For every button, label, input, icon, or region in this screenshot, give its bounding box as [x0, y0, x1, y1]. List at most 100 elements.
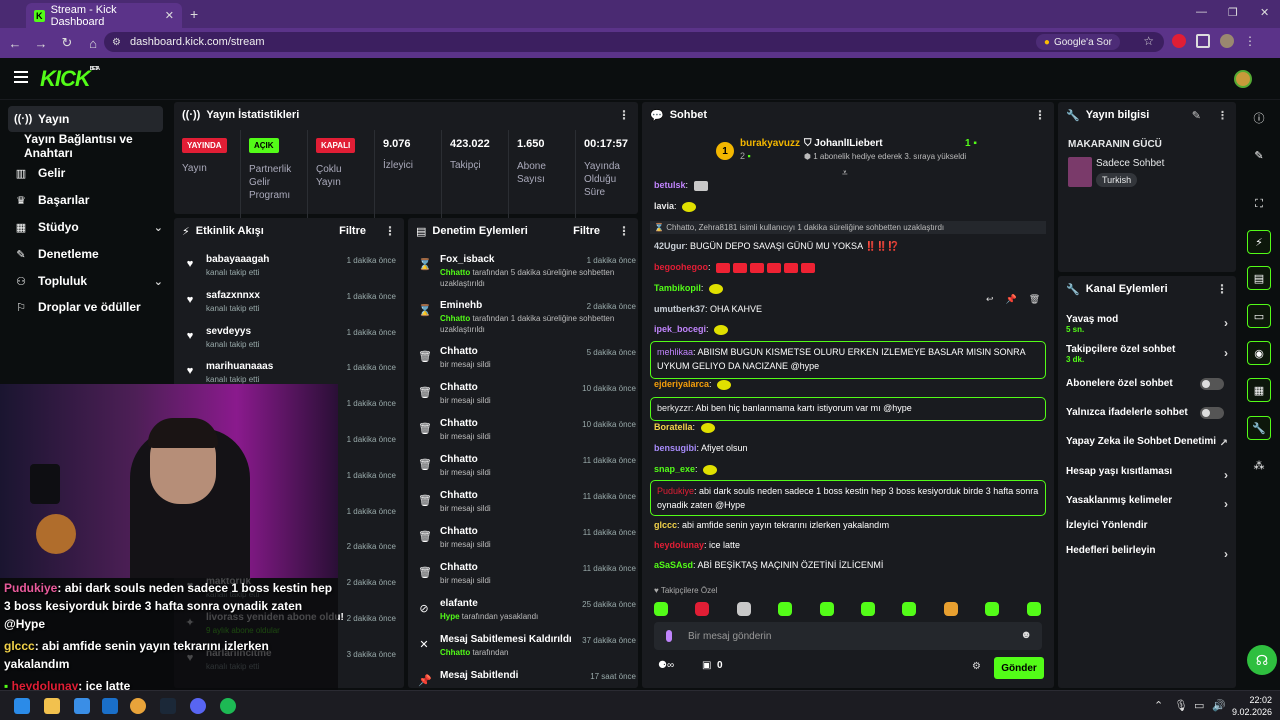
- emote-icon[interactable]: [654, 602, 668, 616]
- sidebar-item-basarilar[interactable]: ♛ Başarılar: [8, 187, 163, 213]
- home-icon[interactable]: ⌂: [82, 36, 104, 51]
- moderation-row[interactable]: 🗑 Chhatto bir mesajı sildi 11 dakika önce: [418, 490, 636, 526]
- delete-icon[interactable]: 🗑: [1029, 294, 1040, 305]
- edit-icon[interactable]: ✎: [1247, 143, 1271, 167]
- extension-red-icon[interactable]: [1172, 34, 1186, 48]
- chat-message[interactable]: berkyzzr: Abi ben hiç banlanmama kartı i…: [650, 397, 1046, 421]
- bolt-icon[interactable]: ⚡: [1247, 230, 1271, 254]
- tray-chevron-icon[interactable]: ⌃: [1154, 699, 1163, 712]
- moderation-row[interactable]: ✕ Mesaj Sabitlemesi Kaldırıldı Chhatto tar…: [418, 634, 636, 670]
- chat-username[interactable]: Tambikopil: [654, 283, 701, 293]
- chat-message[interactable]: umutberk37: OHA KAHVE: [654, 304, 762, 314]
- google-ask-button[interactable]: ● Google'a Sor: [1035, 34, 1120, 50]
- kick-logo[interactable]: KICKBETA: [40, 66, 100, 92]
- emoji-icon[interactable]: ☻: [1020, 629, 1032, 641]
- chrome-icon[interactable]: [130, 698, 146, 714]
- expand-leaderboard-icon[interactable]: ⩡: [842, 168, 848, 179]
- hamburger-menu-icon[interactable]: [14, 71, 28, 83]
- back-icon[interactable]: ←: [4, 36, 26, 51]
- fullscreen-icon[interactable]: ⛶: [1247, 192, 1271, 216]
- sidebar-item-stream-key[interactable]: Yayın Bağlantısı ve Anahtarı: [8, 132, 163, 160]
- chat-message[interactable]: Pudukiye: abi dark souls neden sadece 1 …: [650, 480, 1046, 516]
- chat-username[interactable]: begoohegoo: [654, 262, 708, 272]
- menu-kebab-icon[interactable]: ⋮: [1244, 34, 1256, 48]
- store-icon[interactable]: [74, 698, 90, 714]
- moderation-filter-button[interactable]: Filtre: [573, 225, 600, 237]
- chat-username[interactable]: snap_exe: [654, 464, 695, 474]
- channel-action-row[interactable]: Takipçilere özel sohbet 3 dk. ›: [1066, 344, 1228, 364]
- chat-message[interactable]: mehlikaa: ABIISM BUGUN KISMETSE OLURU ER…: [650, 341, 1046, 379]
- more-options-icon[interactable]: ⋮: [618, 224, 630, 238]
- chat-username[interactable]: Boratella: [654, 422, 693, 432]
- more-options-icon[interactable]: ⋮: [1034, 108, 1046, 122]
- chat-message[interactable]: lavia:: [654, 201, 697, 212]
- activity-row[interactable]: ♥ babayaaagah kanalı takip etti 1 dakika ön…: [184, 254, 396, 290]
- close-tab-icon[interactable]: ✕: [165, 9, 174, 22]
- moderation-row[interactable]: 🗑 Chhatto bir mesajı sildi 11 dakika önce: [418, 454, 636, 490]
- moderation-row[interactable]: ⊘ elafante Hype tarafından yasaklandı 25 da…: [418, 598, 636, 634]
- chat-message[interactable]: snap_exe:: [654, 464, 718, 475]
- chat-username[interactable]: umutberk37: [654, 304, 705, 314]
- more-options-icon[interactable]: ⋮: [1216, 282, 1228, 296]
- send-button[interactable]: Gönder: [994, 657, 1044, 679]
- chat-username[interactable]: 42Ugur: [654, 241, 685, 251]
- taskbar-clock[interactable]: 22:02 9.02.2026: [1232, 694, 1272, 718]
- discord-icon[interactable]: [190, 698, 206, 714]
- sharing-icon[interactable]: ⚈∞: [658, 660, 674, 671]
- reply-icon[interactable]: ↩: [986, 294, 994, 305]
- chat-message[interactable]: betulsk:: [654, 180, 708, 191]
- chat-username[interactable]: lavia: [654, 201, 674, 211]
- network-icon[interactable]: ▭: [1194, 699, 1204, 712]
- settings-gear-icon[interactable]: ⚙: [972, 661, 981, 672]
- channel-action-row[interactable]: Yapay Zeka ile Sohbet Denetimi ↗: [1066, 436, 1228, 449]
- chat-message[interactable]: ejderiyalarca:: [654, 379, 732, 390]
- address-bar[interactable]: ⚙ dashboard.kick.com/stream ● Google'a So…: [104, 32, 1164, 52]
- toggle-switch[interactable]: [1200, 407, 1224, 419]
- chat-message[interactable]: heydolunay: ice latte: [654, 540, 740, 550]
- emote-icon[interactable]: [943, 602, 958, 616]
- chat-message[interactable]: Tambikopil:: [654, 283, 723, 294]
- moderation-row[interactable]: 🗑 Chhatto bir mesajı sildi 5 dakika önce: [418, 346, 636, 382]
- minimize-icon[interactable]: —: [1196, 6, 1207, 18]
- profile-avatar[interactable]: [1220, 34, 1234, 48]
- outlook-icon[interactable]: [102, 698, 118, 714]
- chat-username[interactable]: glccc: [654, 520, 677, 530]
- extensions-puzzle-icon[interactable]: [1196, 34, 1210, 48]
- user-avatar[interactable]: [1234, 70, 1252, 88]
- document-icon[interactable]: ▤: [1247, 266, 1271, 290]
- emote-icon[interactable]: [985, 602, 1000, 616]
- chat-username[interactable]: aSaSAsd: [654, 560, 693, 570]
- chat-message[interactable]: 42Ugur: BUGÜN DEPO SAVAŞI GÜNÜ MU YOKSA …: [654, 241, 899, 252]
- channel-points[interactable]: ▣ 0: [702, 660, 723, 671]
- edit-pencil-icon[interactable]: ✎: [1192, 109, 1201, 122]
- pin-icon[interactable]: 📌: [1006, 294, 1017, 305]
- broadcast-icon[interactable]: ◉: [1247, 341, 1271, 365]
- more-options-icon[interactable]: ⋮: [384, 224, 396, 238]
- recent-gifter[interactable]: ⛉ JohanlILiebert: [804, 138, 883, 149]
- chat-input[interactable]: Bir mesaj gönderin ☻: [654, 622, 1042, 650]
- moderation-row[interactable]: 🗑 Chhatto bir mesajı sildi 10 dakika önce: [418, 418, 636, 454]
- site-info-icon[interactable]: ⚙: [112, 37, 121, 48]
- emote-icon[interactable]: [736, 602, 751, 616]
- emote-icon[interactable]: [778, 602, 793, 616]
- restore-icon[interactable]: ❐: [1228, 6, 1238, 19]
- chat-message[interactable]: begoohegoo:: [654, 262, 816, 273]
- apps-icon[interactable]: ⁂: [1247, 453, 1271, 477]
- channel-action-row[interactable]: Yasaklanmış kelimeler ›: [1066, 495, 1228, 511]
- chat-message[interactable]: aSaSAsd: ABİ BEŞİKTAŞ MAÇININ ÖZETİNİ İZ…: [654, 560, 883, 570]
- chat-message[interactable]: glccc: abi amfide senin yayın tekrarını …: [654, 520, 889, 530]
- sidebar-item-studyo[interactable]: ▦ Stüdyo ⌄: [8, 214, 163, 240]
- chat-username[interactable]: mehlikaa: [657, 347, 693, 357]
- chat-username[interactable]: ejderiyalarca: [654, 379, 709, 389]
- chat-message[interactable]: ipek_bocegi:: [654, 324, 729, 335]
- chat-username[interactable]: Pudukiye: [657, 486, 694, 496]
- chat-message[interactable]: Boratella:: [654, 422, 715, 433]
- chat-username[interactable]: betulsk: [654, 180, 686, 190]
- bookmark-star-icon[interactable]: ☆: [1143, 34, 1154, 48]
- support-headset-icon[interactable]: ☊: [1247, 645, 1277, 675]
- moderation-row[interactable]: ⌛ Fox_isback Chhatto tarafından 5 dakika s…: [418, 254, 636, 290]
- new-tab-icon[interactable]: +: [190, 6, 198, 22]
- channel-action-row[interactable]: Hedefleri belirleyin ›: [1066, 545, 1228, 561]
- chat-username[interactable]: bensugibi: [654, 443, 697, 453]
- mic-tray-icon[interactable]: 🎙: [1174, 699, 1188, 712]
